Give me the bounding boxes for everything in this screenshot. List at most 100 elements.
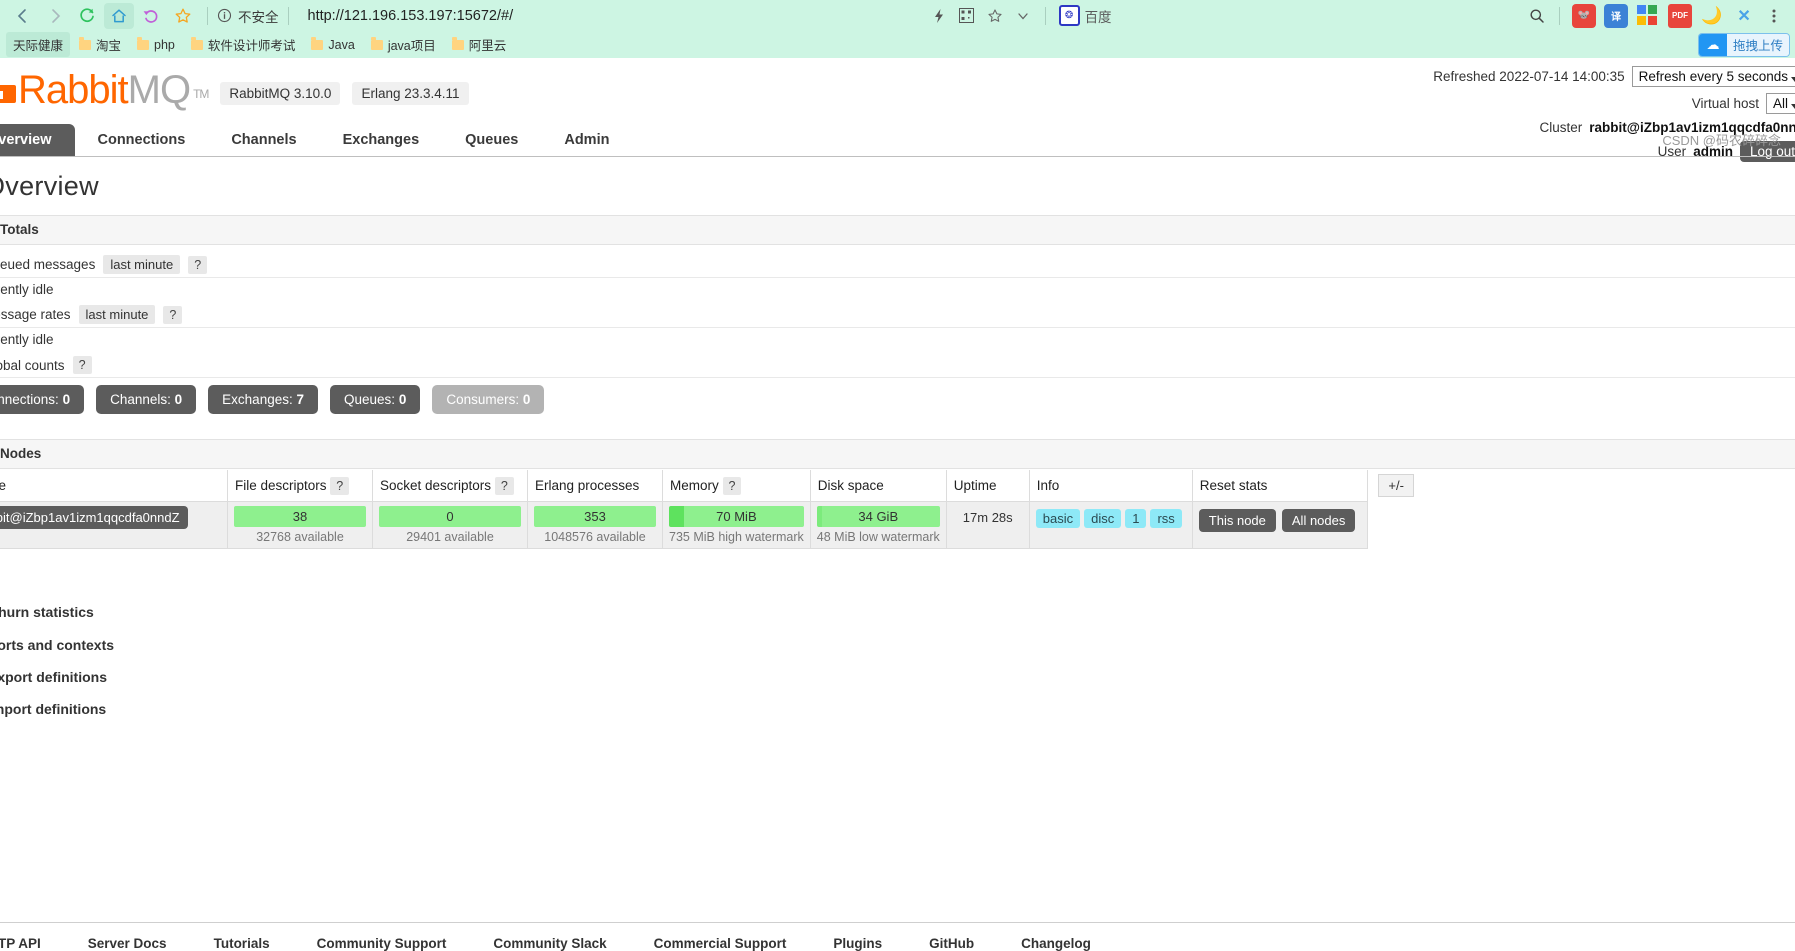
baidu-paw-icon: ❂ <box>1058 5 1080 26</box>
search-icon[interactable] <box>1524 4 1550 28</box>
cell-disk-space: 34 GiB 48 MiB low watermark <box>809 500 947 549</box>
info-tag-count[interactable]: 1 <box>1125 508 1147 528</box>
tab-admin[interactable]: Admin <box>541 124 632 156</box>
security-indicator[interactable]: 不安全 <box>217 6 279 26</box>
message-rates-period-chip[interactable]: last minute <box>78 305 156 324</box>
queued-messages-idle: Currently idle <box>0 282 54 297</box>
folder-icon <box>190 36 203 50</box>
browser-menu-icon[interactable] <box>1761 4 1787 28</box>
footer-link-github[interactable]: GitHub <box>929 936 974 951</box>
address-bar[interactable]: http://121.196.153.197:15672/#/ <box>308 8 514 24</box>
col-erlang-processes: Erlang processes <box>527 470 663 502</box>
badge-connections[interactable]: Connections: 0 <box>0 385 85 414</box>
chevron-down-icon[interactable] <box>1010 4 1036 28</box>
footer-link-plugins[interactable]: Plugins <box>833 936 882 951</box>
accordion-ports-and-contexts[interactable]: Ports and contexts <box>0 637 114 653</box>
help-icon[interactable]: ? <box>163 305 183 324</box>
back-icon[interactable] <box>8 3 38 29</box>
footer-link-http-api[interactable]: HTTP API <box>0 936 41 951</box>
folder-icon <box>79 36 92 50</box>
info-tag-rss[interactable]: rss <box>1150 508 1182 528</box>
info-tag-basic[interactable]: basic <box>1035 508 1081 528</box>
badge-exchanges[interactable]: Exchanges: 7 <box>208 385 318 414</box>
help-icon[interactable]: ? <box>722 476 742 495</box>
footer-link-changelog[interactable]: Changelog <box>1021 936 1091 951</box>
footer-link-community-slack[interactable]: Community Slack <box>493 936 606 951</box>
qrcode-icon[interactable] <box>954 4 980 28</box>
file-descriptors-sub: 32768 available <box>256 529 344 544</box>
table-row: rabbit@iZbp1av1izm1qqcdfa0nndZ 38 32768 … <box>0 500 1421 549</box>
tab-exchanges[interactable]: Exchanges <box>320 124 443 156</box>
badge-consumers[interactable]: Consumers: 0 <box>432 385 545 414</box>
col-uptime: Uptime <box>945 470 1030 502</box>
search-engine-baidu[interactable]: ❂ 百度 <box>1058 5 1112 26</box>
bookmark-item[interactable]: Java <box>304 35 361 55</box>
badge-channels[interactable]: Channels: 0 <box>96 385 197 414</box>
folder-icon <box>137 36 150 50</box>
bookmark-item[interactable]: 阿里云 <box>445 32 514 57</box>
vhost-select[interactable]: All <box>1765 93 1795 114</box>
refresh-interval-select[interactable]: Refresh every 5 seconds <box>1631 66 1795 87</box>
plus-minus-button[interactable]: +/- <box>1378 474 1414 497</box>
footer-links: HTTP API Server Docs Tutorials Community… <box>0 936 1795 951</box>
footer-link-server-docs[interactable]: Server Docs <box>88 936 167 951</box>
bookmark-star-icon[interactable] <box>168 3 198 29</box>
bookmark-item[interactable]: php <box>130 35 182 55</box>
bookmark-item[interactable]: 天际健康 <box>6 32 71 57</box>
tab-overview[interactable]: Overview <box>0 124 75 156</box>
toolbar-divider <box>207 6 208 25</box>
star-outline-icon[interactable] <box>982 4 1008 28</box>
extension-translate-icon[interactable]: 译 <box>1604 3 1629 28</box>
node-name-badge[interactable]: rabbit@iZbp1av1izm1qqcdfa0nndZ <box>0 505 188 529</box>
extension-x-icon[interactable]: ✕ <box>1732 4 1756 28</box>
dark-mode-icon[interactable]: 🌙 <box>1700 4 1724 28</box>
tab-queues[interactable]: Queues <box>442 124 541 156</box>
rabbitmq-logo[interactable]: Rabbit MQ TM <box>0 70 209 110</box>
reload-icon[interactable] <box>72 3 102 29</box>
forward-icon[interactable] <box>40 3 70 29</box>
accordion-import-definitions[interactable]: Import definitions <box>0 701 106 717</box>
queued-messages-period-chip[interactable]: last minute <box>103 255 181 274</box>
bookmark-item[interactable]: java项目 <box>364 32 443 57</box>
accordion-export-definitions[interactable]: Export definitions <box>0 669 107 685</box>
tab-connections[interactable]: Connections <box>75 124 209 156</box>
help-icon[interactable]: ? <box>330 476 350 495</box>
global-counts-label: Global counts <box>0 357 65 373</box>
extension-apps-icon[interactable] <box>1636 4 1660 28</box>
accordion-churn-statistics[interactable]: Churn statistics <box>0 604 94 620</box>
help-icon[interactable]: ? <box>188 255 208 274</box>
extension-pdf-icon[interactable]: PDF <box>1668 3 1693 28</box>
folder-icon <box>370 36 383 50</box>
col-memory: Memory ? <box>662 470 811 502</box>
bookmark-item[interactable]: 淘宝 <box>72 32 128 57</box>
reset-all-nodes-button[interactable]: All nodes <box>1281 508 1356 532</box>
undo-icon[interactable] <box>136 3 166 29</box>
bookmark-item[interactable]: 软件设计师考试 <box>184 32 303 57</box>
badge-label: Consumers: <box>446 392 520 407</box>
footer-link-tutorials[interactable]: Tutorials <box>214 936 270 951</box>
badge-queues[interactable]: Queues: 0 <box>330 385 421 414</box>
lightning-icon[interactable] <box>926 4 952 28</box>
totals-section-header: Totals <box>0 215 1795 245</box>
col-disk-space: Disk space <box>809 470 947 502</box>
footer-link-commercial-support[interactable]: Commercial Support <box>654 936 787 951</box>
footer-link-community-support[interactable]: Community Support <box>317 936 447 951</box>
nodes-table-wrapper: Name File descriptors ? Socket descripto… <box>0 470 1422 549</box>
tab-channels[interactable]: Channels <box>208 124 319 156</box>
refresh-row: Refreshed 2022-07-14 14:00:35 Refresh ev… <box>1433 66 1795 87</box>
erlang-processes-sub: 1048576 available <box>544 529 646 544</box>
badge-label: Exchanges: <box>222 392 293 407</box>
global-counts-row: Global counts ? <box>0 353 1795 378</box>
home-icon[interactable] <box>104 2 134 29</box>
disk-space-bar: 34 GiB <box>816 505 940 527</box>
reset-this-node-button[interactable]: This node <box>1198 508 1276 532</box>
queued-messages-label: Queued messages <box>0 257 96 272</box>
info-tag-disc[interactable]: disc <box>1084 508 1122 528</box>
extension-mouse-icon[interactable]: 🐭 <box>1572 3 1597 28</box>
help-icon[interactable]: ? <box>72 356 92 374</box>
help-icon[interactable]: ? <box>494 476 514 495</box>
vhost-label: Virtual host <box>1691 96 1759 111</box>
col-reset-stats: Reset stats <box>1191 470 1369 502</box>
baidu-netdisk-upload[interactable]: ☁ 拖拽上传 <box>1698 33 1789 56</box>
bookmark-label: php <box>154 37 175 52</box>
